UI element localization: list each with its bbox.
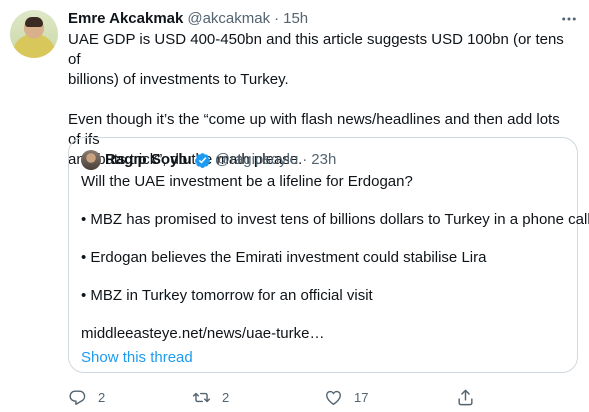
more-options-button[interactable] — [559, 9, 579, 29]
show-thread-link[interactable]: Show this thread — [81, 348, 567, 368]
tweet-timestamp[interactable]: 15h — [283, 9, 308, 29]
verified-badge-icon — [194, 152, 211, 169]
share-icon — [458, 389, 473, 405]
quoted-bullet: • MBZ in Turkey tomorrow for an official… — [81, 287, 373, 304]
tweet-text-line: UAE GDP is USD 400-450bn and this articl… — [68, 31, 564, 68]
share-button[interactable] — [456, 388, 475, 407]
quoted-header-separator: · — [302, 151, 308, 168]
tweet-actions: 2 2 17 — [60, 386, 500, 408]
tweet-text-line: billions) of investments to Turkey. — [68, 71, 289, 88]
retweet-button[interactable]: 2 — [192, 388, 324, 407]
more-horizontal-icon — [562, 17, 576, 21]
quoted-tweet-header: Ragıp Soylu @ragipsoylu · 23h — [81, 150, 336, 170]
quoted-text-line: Will the UAE investment be a lifeline fo… — [81, 173, 413, 190]
author-avatar[interactable] — [10, 10, 58, 58]
quoted-author-handle: @ragipsoylu — [214, 151, 299, 168]
quoted-author-avatar — [81, 150, 101, 170]
quoted-link[interactable]: middleeasteye.net/news/uae-turke… — [81, 324, 567, 344]
header-separator: · — [274, 10, 280, 27]
author-handle[interactable]: @akcakmak — [187, 9, 270, 29]
retweet-count: 2 — [222, 389, 230, 405]
like-count: 17 — [354, 389, 369, 405]
reply-button[interactable]: 2 — [60, 388, 192, 407]
tweet-header: Emre Akcakmak @akcakmak · 15h — [68, 9, 579, 29]
tweet[interactable]: Emre Akcakmak @akcakmak · 15h UAE GDP is… — [0, 0, 589, 412]
quoted-author-name: Ragıp Soylu — [105, 151, 192, 168]
quoted-bullet: • MBZ has promised to invest tens of bil… — [81, 211, 589, 228]
heart-icon — [326, 390, 341, 405]
like-button[interactable]: 17 — [324, 388, 456, 407]
author-name[interactable]: Emre Akcakmak — [68, 9, 183, 29]
reply-icon — [69, 389, 86, 405]
quoted-tweet-text: Will the UAE investment be a lifeline fo… — [81, 172, 589, 368]
reply-count: 2 — [98, 389, 106, 405]
quoted-timestamp: 23h — [311, 151, 337, 168]
quoted-tweet[interactable]: Ragıp Soylu @ragipsoylu · 23h Will the U… — [68, 137, 589, 373]
retweet-icon — [192, 392, 211, 402]
quoted-bullet: • Erdogan believes the Emirati investmen… — [81, 249, 487, 266]
